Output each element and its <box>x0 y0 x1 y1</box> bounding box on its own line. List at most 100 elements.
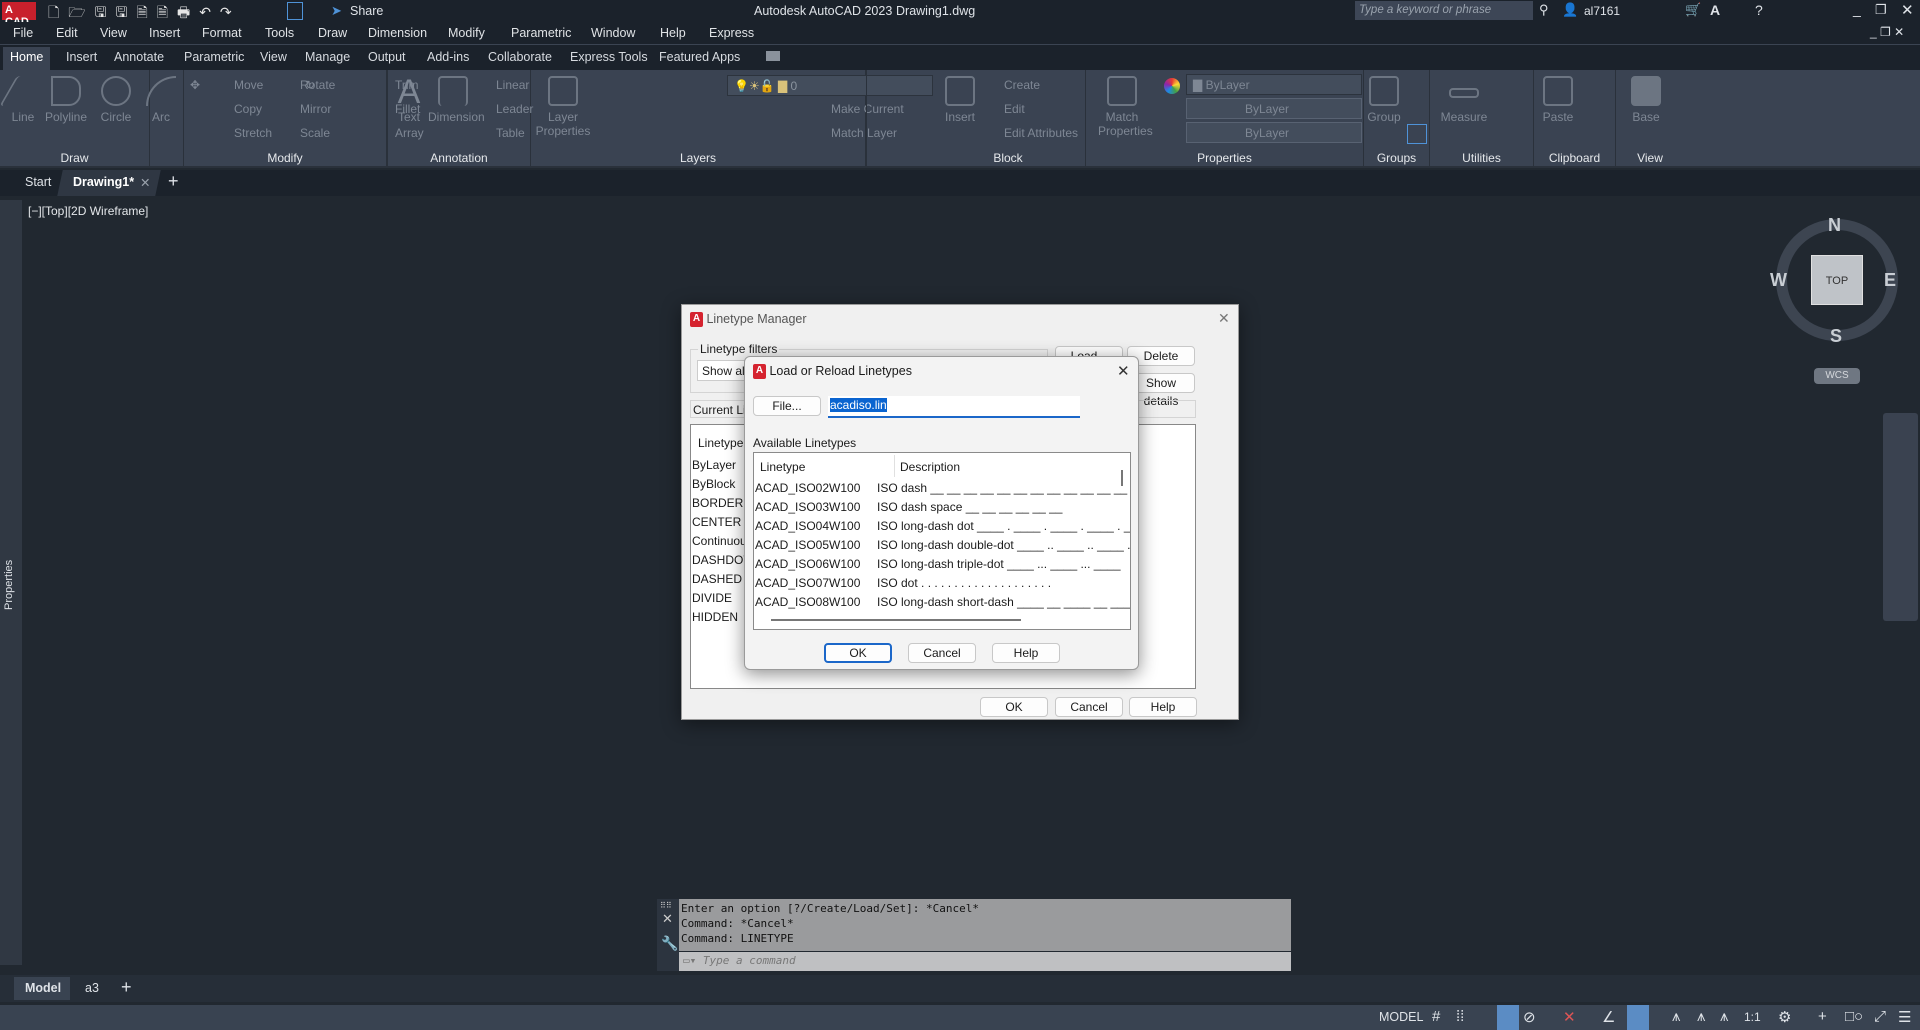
linetype-row-name[interactable]: ACAD_ISO04W100 <box>755 519 860 533</box>
palette-label[interactable]: Properties <box>3 560 15 610</box>
measure-button[interactable]: Measure <box>1438 76 1490 124</box>
isolate-objects-icon[interactable]: □○ <box>1845 1008 1863 1025</box>
linetype-row-description[interactable]: ISO dash space __ __ __ __ __ __ <box>877 500 1062 514</box>
user-icon[interactable]: 👤 <box>1562 2 1578 18</box>
tab-express-tools[interactable]: Express Tools <box>566 50 652 64</box>
viewcube-top-face[interactable]: TOP <box>1811 255 1863 305</box>
cancel-button[interactable]: Cancel <box>908 643 976 663</box>
tab-annotate[interactable]: Annotate <box>110 50 168 64</box>
tab-view[interactable]: View <box>256 50 291 64</box>
list-item[interactable]: DIVIDE <box>692 591 732 605</box>
ribbon-minimize-icon[interactable] <box>766 51 780 61</box>
panel-view-label[interactable]: View <box>1616 151 1684 165</box>
available-linetypes-list[interactable]: Linetype Description ACAD_ISO02W100 ISO d… <box>753 452 1131 630</box>
file-button[interactable]: File... <box>753 396 821 416</box>
move-button[interactable]: Move <box>234 78 263 92</box>
panel-clipboard-label[interactable]: Clipboard <box>1534 151 1615 165</box>
linetype-row-description[interactable]: ISO long-dash double-dot ____ .. ____ ..… <box>877 538 1130 552</box>
linetype-row-description[interactable]: ISO dash __ __ __ __ __ __ __ __ __ __ _… <box>877 481 1130 495</box>
customize-wrench-icon[interactable]: 🔧 <box>661 935 678 952</box>
paste-button[interactable]: Paste <box>1538 76 1578 124</box>
tab-featured-apps[interactable]: Featured Apps <box>655 50 744 64</box>
new-tab-icon[interactable]: + <box>168 171 179 192</box>
list-item[interactable]: ByBlock <box>692 477 735 491</box>
user-name[interactable]: al7161 <box>1584 4 1620 18</box>
linetype-row-description[interactable]: ISO long-dash short-dash ____ __ ____ __… <box>877 595 1130 609</box>
autodesk-a360-icon[interactable]: A <box>1710 2 1720 18</box>
panel-layers-label[interactable]: Layers <box>531 151 865 165</box>
close-icon[interactable]: ✕ <box>1901 1 1914 19</box>
menu-help[interactable]: Help <box>660 26 686 40</box>
app-logo[interactable]: A CAD <box>2 2 36 28</box>
viewport-controls[interactable]: [−][Top][2D Wireframe] <box>28 204 148 218</box>
panel-annotation-label[interactable]: Annotation <box>388 151 530 165</box>
menu-view[interactable]: View <box>100 26 127 40</box>
menu-parametric[interactable]: Parametric <box>511 26 571 40</box>
edit-attributes-button[interactable]: Edit Attributes <box>1004 126 1078 140</box>
column-header-linetype[interactable]: Linetype <box>698 436 743 450</box>
layer-properties-button[interactable]: Layer Properties <box>535 76 591 138</box>
horizontal-scrollbar[interactable] <box>771 619 1021 621</box>
menu-express[interactable]: Express <box>709 26 754 40</box>
linetype-row-name[interactable]: ACAD_ISO03W100 <box>755 500 860 514</box>
copy-button[interactable]: Copy <box>234 102 262 116</box>
ok-button[interactable]: OK <box>824 643 892 663</box>
menu-dimension[interactable]: Dimension <box>368 26 427 40</box>
leader-button[interactable]: Leader <box>496 102 533 116</box>
annotation-scale-value[interactable]: 1:1 <box>1744 1010 1761 1024</box>
compass-west[interactable]: W <box>1770 270 1787 291</box>
arc-button[interactable]: Arc <box>146 76 176 124</box>
mirror-button[interactable]: Mirror <box>300 102 331 116</box>
menu-modify[interactable]: Modify <box>448 26 485 40</box>
linetype-row-name[interactable]: ACAD_ISO08W100 <box>755 595 860 609</box>
panel-groups-label[interactable]: Groups <box>1364 151 1429 165</box>
panel-modify-label[interactable]: Modify <box>184 151 386 165</box>
fullscreen-icon[interactable]: ⤢ <box>1874 1008 1886 1025</box>
stretch-button[interactable]: Stretch <box>234 126 272 140</box>
linetype-row-name[interactable]: ACAD_ISO07W100 <box>755 576 860 590</box>
base-view-button[interactable]: Base <box>1626 76 1666 124</box>
tab-parametric[interactable]: Parametric <box>180 50 248 64</box>
isodraft-icon[interactable]: ✕ <box>1563 1008 1576 1026</box>
close-icon[interactable]: ✕ <box>1117 362 1130 380</box>
snap-icon[interactable]: ⁞⁞ <box>1456 1008 1464 1025</box>
list-item[interactable]: HIDDEN <box>692 610 738 624</box>
file-name-input[interactable]: acadiso.lin <box>828 396 1080 418</box>
start-tab[interactable]: Start <box>25 175 51 189</box>
linetype-row-description[interactable]: ISO long-dash triple-dot ____ ... ____ .… <box>877 557 1121 571</box>
restore-icon[interactable]: ❐ <box>1875 2 1887 18</box>
layer-dropdown[interactable]: 💡☀🔓 ▇ 0 <box>727 75 933 96</box>
help-icon[interactable]: ? <box>1755 2 1763 18</box>
polar-tracking-icon[interactable]: ⊘ <box>1523 1008 1536 1026</box>
create-block-button[interactable]: Create <box>1004 78 1040 92</box>
grid-icon[interactable]: # <box>1432 1008 1440 1025</box>
tab-collaborate[interactable]: Collaborate <box>484 50 556 64</box>
doc-window-controls[interactable]: _ ❐ ✕ <box>1870 25 1904 39</box>
workspace-icon[interactable] <box>287 2 303 20</box>
polyline-button[interactable]: Polyline <box>42 76 90 124</box>
list-item[interactable]: CENTER <box>692 515 741 529</box>
search-icon[interactable]: ⚲ <box>1539 2 1549 18</box>
menu-format[interactable]: Format <box>202 26 242 40</box>
linetype-row-name[interactable]: ACAD_ISO06W100 <box>755 557 860 571</box>
group-selection-toggle-icon[interactable] <box>1407 124 1427 144</box>
annotation-visibility-icon[interactable]: ⩚ <box>1672 1008 1680 1025</box>
close-icon[interactable]: ✕ <box>662 911 673 927</box>
search-input[interactable]: Type a keyword or phrase <box>1355 1 1533 20</box>
ortho-toggle-icon[interactable] <box>1497 1005 1519 1030</box>
tab-output[interactable]: Output <box>364 50 410 64</box>
ucs-menu[interactable]: WCS <box>1814 368 1860 384</box>
linetype-dropdown[interactable]: ByLayer <box>1186 122 1362 143</box>
tab-home[interactable]: Home <box>3 47 51 70</box>
model-space-button[interactable]: MODEL <box>1379 1010 1423 1024</box>
panel-utilities-label[interactable]: Utilities <box>1430 151 1533 165</box>
menu-insert[interactable]: Insert <box>149 26 180 40</box>
menu-file[interactable]: File <box>13 26 33 40</box>
match-properties-button[interactable]: Match Properties <box>1098 76 1153 138</box>
column-divider[interactable] <box>894 455 895 477</box>
annotation-monitor-icon[interactable]: + <box>1818 1008 1827 1025</box>
help-button[interactable]: Help <box>1129 697 1197 717</box>
cancel-button[interactable]: Cancel <box>1055 697 1123 717</box>
menu-tools[interactable]: Tools <box>265 26 294 40</box>
tab-manage[interactable]: Manage <box>301 50 354 64</box>
